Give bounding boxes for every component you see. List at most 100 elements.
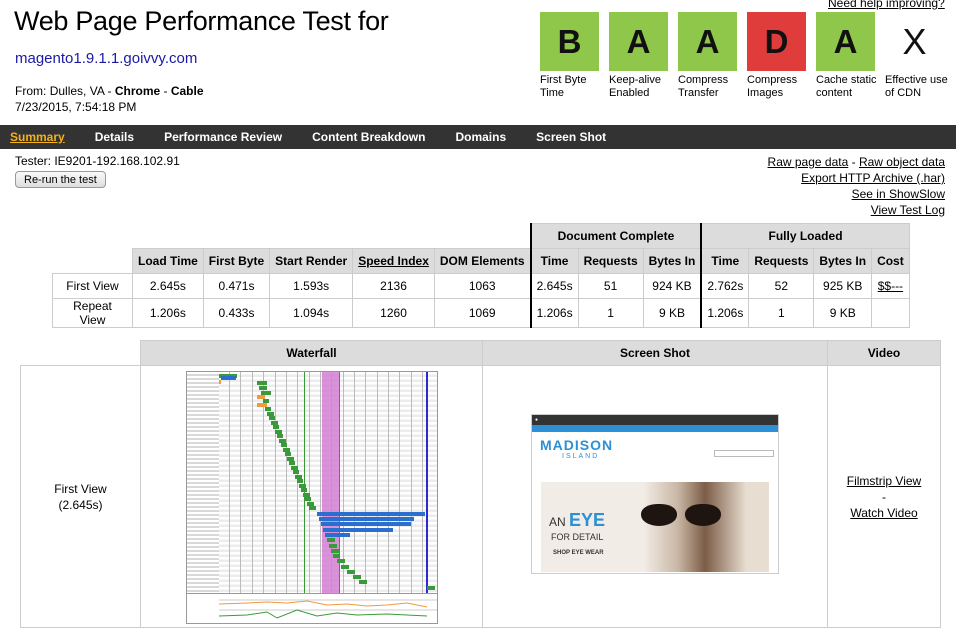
waterfall-gridline xyxy=(309,372,310,593)
request-bar xyxy=(257,381,267,385)
col-full-bytes: Bytes In xyxy=(813,248,873,274)
request-bar xyxy=(309,506,316,510)
waterfall-gridline xyxy=(388,372,389,593)
request-bar xyxy=(281,443,287,447)
request-bar xyxy=(353,575,361,579)
waterfall-gridline xyxy=(240,372,241,593)
watch-video-link[interactable]: Watch Video xyxy=(850,506,917,520)
request-bar xyxy=(337,559,345,563)
grade-compress-images[interactable]: D Compress Images xyxy=(747,12,816,100)
fully-loaded-header: Fully Loaded xyxy=(700,223,910,249)
request-bar xyxy=(293,470,299,474)
tab-details[interactable]: Details xyxy=(95,130,134,144)
request-bar xyxy=(289,461,295,465)
grade-cache-static[interactable]: A Cache static content xyxy=(816,12,885,100)
request-bar xyxy=(427,586,435,590)
export-har-link[interactable]: Export HTTP Archive (.har) xyxy=(768,170,945,186)
waterfall-gridline xyxy=(411,372,412,593)
help-improving-link[interactable]: Need help improving? xyxy=(828,0,945,10)
request-bar xyxy=(269,416,275,420)
waterfall-gridline xyxy=(422,372,423,593)
request-bar xyxy=(285,452,291,456)
screenshot-header: Screen Shot xyxy=(482,340,828,366)
waterfall-gridline xyxy=(252,372,253,593)
table-row: Repeat View 1.206s 0.433s 1.094s 1260 10… xyxy=(52,298,910,328)
waterfall-usage-chart xyxy=(218,599,437,619)
col-dom-elements: DOM Elements xyxy=(433,248,532,274)
request-bar xyxy=(301,488,307,492)
grade-compress-transfer[interactable]: A Compress Transfer xyxy=(678,12,747,100)
col-doc-bytes: Bytes In xyxy=(642,248,702,274)
waterfall-gridline xyxy=(365,372,366,593)
tab-content-breakdown[interactable]: Content Breakdown xyxy=(312,130,425,144)
start-render-line xyxy=(304,372,305,593)
page-title: Web Page Performance Test for xyxy=(14,6,389,36)
raw-object-data-link[interactable]: Raw object data xyxy=(859,155,945,169)
request-bar xyxy=(277,434,283,438)
table-row: First View 2.645s 0.471s 1.593s 2136 106… xyxy=(52,273,910,299)
media-table: Waterfall Screen Shot Video First View (… xyxy=(20,340,941,628)
results-table: Document Complete Fully Loaded Load Time… xyxy=(52,223,910,328)
tab-summary[interactable]: Summary xyxy=(10,130,65,144)
request-bar xyxy=(329,544,337,548)
grade-cdn[interactable]: X Effective use of CDN xyxy=(885,12,954,100)
sunglasses-icon xyxy=(641,504,721,528)
request-bar xyxy=(359,580,367,584)
grade-panel: B First Byte Time A Keep-alive Enabled A… xyxy=(540,12,954,100)
tab-performance-review[interactable]: Performance Review xyxy=(164,130,282,144)
tab-domains[interactable]: Domains xyxy=(455,130,506,144)
showslow-link[interactable]: See in ShowSlow xyxy=(768,186,945,202)
waterfall-header: Waterfall xyxy=(140,340,483,366)
waterfall-gridline xyxy=(286,372,287,593)
test-date: 7/23/2015, 7:54:18 PM xyxy=(15,100,137,114)
col-doc-requests: Requests xyxy=(577,248,644,274)
request-bar xyxy=(259,386,267,390)
request-bar xyxy=(273,425,279,429)
grade-keep-alive[interactable]: A Keep-alive Enabled xyxy=(609,12,678,100)
request-bar xyxy=(327,538,335,542)
video-header: Video xyxy=(827,340,941,366)
data-links: Raw page data - Raw object data Export H… xyxy=(767,155,945,218)
col-first-byte: First Byte xyxy=(202,248,271,274)
main-nav: Summary Details Performance Review Conte… xyxy=(0,125,956,149)
test-location: From: Dulles, VA - Chrome - Cable xyxy=(15,84,204,98)
tester-info: Tester: IE9201-192.168.102.91 xyxy=(15,154,180,168)
doc-complete-header: Document Complete xyxy=(529,223,702,249)
col-full-time: Time xyxy=(700,248,750,274)
request-bar xyxy=(317,512,425,516)
first-view-label: First View (2.645s) xyxy=(20,365,141,628)
col-cost: Cost xyxy=(871,248,910,274)
screenshot-hero-banner: AN EYE FOR DETAIL SHOP EYE WEAR xyxy=(541,482,769,572)
grade-first-byte[interactable]: B First Byte Time xyxy=(540,12,609,100)
tab-screen-shot[interactable]: Screen Shot xyxy=(536,130,606,144)
request-bar xyxy=(319,517,414,521)
request-bar xyxy=(341,565,349,569)
filmstrip-view-link[interactable]: Filmstrip View xyxy=(847,474,921,488)
col-full-requests: Requests xyxy=(748,248,815,274)
waterfall-gridline xyxy=(275,372,276,593)
request-bar xyxy=(323,528,393,532)
col-load-time: Load Time xyxy=(132,248,204,274)
view-test-log-link[interactable]: View Test Log xyxy=(768,202,945,218)
raw-page-data-link[interactable]: Raw page data xyxy=(768,155,849,169)
magento-logo-icon: ● xyxy=(535,417,539,423)
waterfall-thumbnail[interactable] xyxy=(186,371,438,624)
cost-link[interactable]: $$--- xyxy=(871,273,910,299)
col-speed-index[interactable]: Speed Index xyxy=(352,248,435,274)
request-bar xyxy=(321,522,411,526)
request-bar xyxy=(265,407,271,411)
waterfall-gridline xyxy=(354,372,355,593)
onload-line xyxy=(426,372,428,593)
request-bar xyxy=(221,376,236,380)
request-bar xyxy=(347,570,355,574)
request-bar xyxy=(325,533,350,537)
waterfall-gridline xyxy=(320,372,321,593)
tested-site-link[interactable]: magento1.9.1.1.goivvy.com xyxy=(15,50,197,67)
request-bar xyxy=(333,554,340,558)
waterfall-gridline xyxy=(377,372,378,593)
request-bar xyxy=(331,549,339,553)
col-start-render: Start Render xyxy=(269,248,354,274)
screenshot-thumbnail[interactable]: ● MADISON ISLAND AN EYE FOR DETAIL SHOP … xyxy=(531,414,779,574)
rerun-test-button[interactable]: Re-run the test xyxy=(15,171,106,188)
screenshot-search-box xyxy=(714,450,774,457)
